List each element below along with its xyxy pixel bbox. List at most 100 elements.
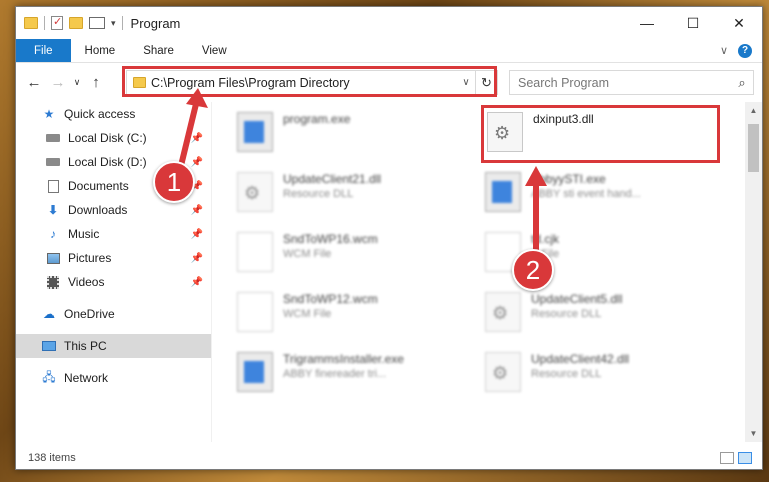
file-type: Resource DLL: [531, 368, 602, 380]
scroll-thumb[interactable]: [748, 124, 759, 172]
sidebar-item-label: Quick access: [64, 107, 136, 121]
properties-check-icon[interactable]: [51, 15, 63, 30]
file-icon: [237, 292, 273, 332]
address-row: ← → ∨ ↑ C:\Program Files\Program Directo…: [16, 67, 762, 97]
ribbon-expand-icon[interactable]: ∨: [720, 44, 728, 57]
file-item-updateclient42[interactable]: UpdateClient42.dll Resource DLL: [461, 348, 701, 404]
file-item-trigrammsinstaller[interactable]: TrigrammsInstaller.exe ABBY finereader t…: [213, 348, 453, 404]
address-bar[interactable]: C:\Program Files\Program Directory ∨ ↻: [126, 70, 498, 95]
dll-gear-icon: [485, 352, 521, 392]
pc-icon: [42, 340, 56, 353]
file-item-program-exe[interactable]: program.exe: [213, 108, 453, 164]
file-name: SndToWP12.wcm: [283, 292, 378, 306]
file-name: UpdateClient42.dll: [531, 352, 630, 366]
exe-icon: [237, 352, 273, 392]
customize-toolbar-icon[interactable]: [89, 17, 105, 29]
sidebar-item-label: Music: [68, 227, 100, 241]
toolbar-dropdown-icon[interactable]: ▾: [111, 18, 116, 29]
pin-icon: 📌: [190, 132, 203, 144]
pin-icon: 📌: [190, 228, 203, 240]
sidebar-item-videos[interactable]: Videos 📌: [16, 270, 211, 294]
file-name: SndToWP16.wcm: [283, 232, 378, 246]
file-item-abbyysti[interactable]: AbbyySTI.exe ABBY sti event hand...: [461, 168, 701, 224]
download-icon: ⬇: [47, 203, 59, 217]
large-icons-view-icon[interactable]: [738, 452, 752, 464]
maximize-button[interactable]: ☐: [670, 7, 716, 39]
dll-gear-icon: [487, 112, 523, 152]
sidebar-item-pictures[interactable]: Pictures 📌: [16, 246, 211, 270]
sidebar-item-label: Local Disk (C:): [68, 131, 147, 145]
file-name: UpdateClient21.dll: [283, 172, 382, 186]
disk-icon: [46, 156, 60, 169]
file-name: td.cjk: [531, 232, 560, 246]
toolbar-divider: [44, 16, 45, 30]
tab-file[interactable]: File: [16, 39, 71, 62]
tab-home[interactable]: Home: [71, 39, 130, 62]
search-input[interactable]: Search Program ⌕: [509, 70, 754, 95]
file-item-sndtowp16[interactable]: SndToWP16.wcm WCM File: [213, 228, 453, 284]
new-folder-icon[interactable]: [69, 17, 83, 29]
cloud-icon: ☁: [43, 307, 55, 321]
sidebar-item-label: Documents: [68, 179, 129, 193]
scroll-down-icon[interactable]: ▼: [745, 425, 762, 442]
file-item-updateclient5[interactable]: UpdateClient5.dll Resource DLL: [461, 288, 701, 344]
sidebar-item-this-pc[interactable]: This PC: [16, 334, 211, 358]
disk-icon: [46, 132, 60, 145]
vertical-scrollbar[interactable]: ▲ ▼: [745, 102, 762, 442]
file-list: program.exe dxinput3.dll UpdateClient21.…: [213, 102, 743, 442]
scroll-up-icon[interactable]: ▲: [745, 102, 762, 119]
quick-access-toolbar: ▾: [16, 15, 123, 30]
toolbar-divider: [121, 16, 123, 30]
music-icon: ♪: [50, 227, 56, 241]
pictures-icon: [46, 252, 60, 265]
sidebar-item-label: OneDrive: [64, 307, 115, 321]
details-view-icon[interactable]: [720, 452, 734, 464]
sidebar-item-quick-access[interactable]: ★ Quick access: [16, 102, 211, 126]
sidebar-item-label: Downloads: [68, 203, 128, 217]
file-item-dxinput3-dll[interactable]: dxinput3.dll: [461, 108, 701, 164]
sidebar-item-downloads[interactable]: ⬇ Downloads 📌: [16, 198, 211, 222]
tab-view[interactable]: View: [188, 39, 241, 62]
view-switcher: [720, 452, 762, 464]
network-icon: 🖧: [42, 369, 56, 384]
help-icon[interactable]: ?: [738, 43, 752, 58]
sidebar-item-onedrive[interactable]: ☁ OneDrive: [16, 302, 211, 326]
file-type: WCM File: [283, 308, 332, 320]
pin-icon: 📌: [190, 252, 203, 264]
file-icon: [237, 232, 273, 272]
tab-share[interactable]: Share: [129, 39, 188, 62]
folder-icon: [133, 77, 146, 88]
address-dropdown-icon[interactable]: ∨: [457, 77, 475, 88]
dll-gear-icon: [237, 172, 273, 212]
ribbon-right: ∨ ?: [720, 39, 762, 62]
recent-locations-button[interactable]: ∨: [70, 77, 84, 88]
window-controls: — ☐ ✕: [624, 7, 762, 39]
star-icon: ★: [43, 107, 55, 121]
address-path: C:\Program Files\Program Directory: [151, 75, 350, 90]
file-type: Resource DLL: [283, 188, 354, 200]
item-count: 138 items: [28, 452, 76, 464]
exe-icon: [485, 172, 521, 212]
refresh-button[interactable]: ↻: [475, 71, 497, 94]
file-name: TrigrammsInstaller.exe: [283, 352, 404, 366]
callout-step-1: 1: [153, 161, 195, 203]
search-icon: ⌕: [738, 74, 746, 90]
forward-button[interactable]: →: [46, 74, 70, 91]
file-type: WCM File: [283, 248, 332, 260]
file-item-sndtowp12[interactable]: SndToWP12.wcm WCM File: [213, 288, 453, 344]
sidebar-item-local-disk-c[interactable]: Local Disk (C:) 📌: [16, 126, 211, 150]
sidebar-item-music[interactable]: ♪ Music 📌: [16, 222, 211, 246]
file-item-td-cjk[interactable]: td.cjk K File: [461, 228, 701, 284]
up-button[interactable]: ↑: [84, 74, 108, 91]
minimize-button[interactable]: —: [624, 7, 670, 39]
ribbon-tabs: File Home Share View ∨ ?: [16, 39, 762, 63]
close-button[interactable]: ✕: [716, 7, 762, 39]
sidebar-item-network[interactable]: 🖧 Network: [16, 366, 211, 390]
sidebar-item-label: Network: [64, 371, 109, 385]
file-item-updateclient21[interactable]: UpdateClient21.dll Resource DLL: [213, 168, 453, 224]
dll-gear-icon: [485, 292, 521, 332]
file-name: AbbyySTI.exe: [531, 172, 606, 186]
back-button[interactable]: ←: [22, 74, 46, 91]
explorer-window: ▾ Program — ☐ ✕ File Home Share View ∨ ?…: [15, 6, 763, 470]
